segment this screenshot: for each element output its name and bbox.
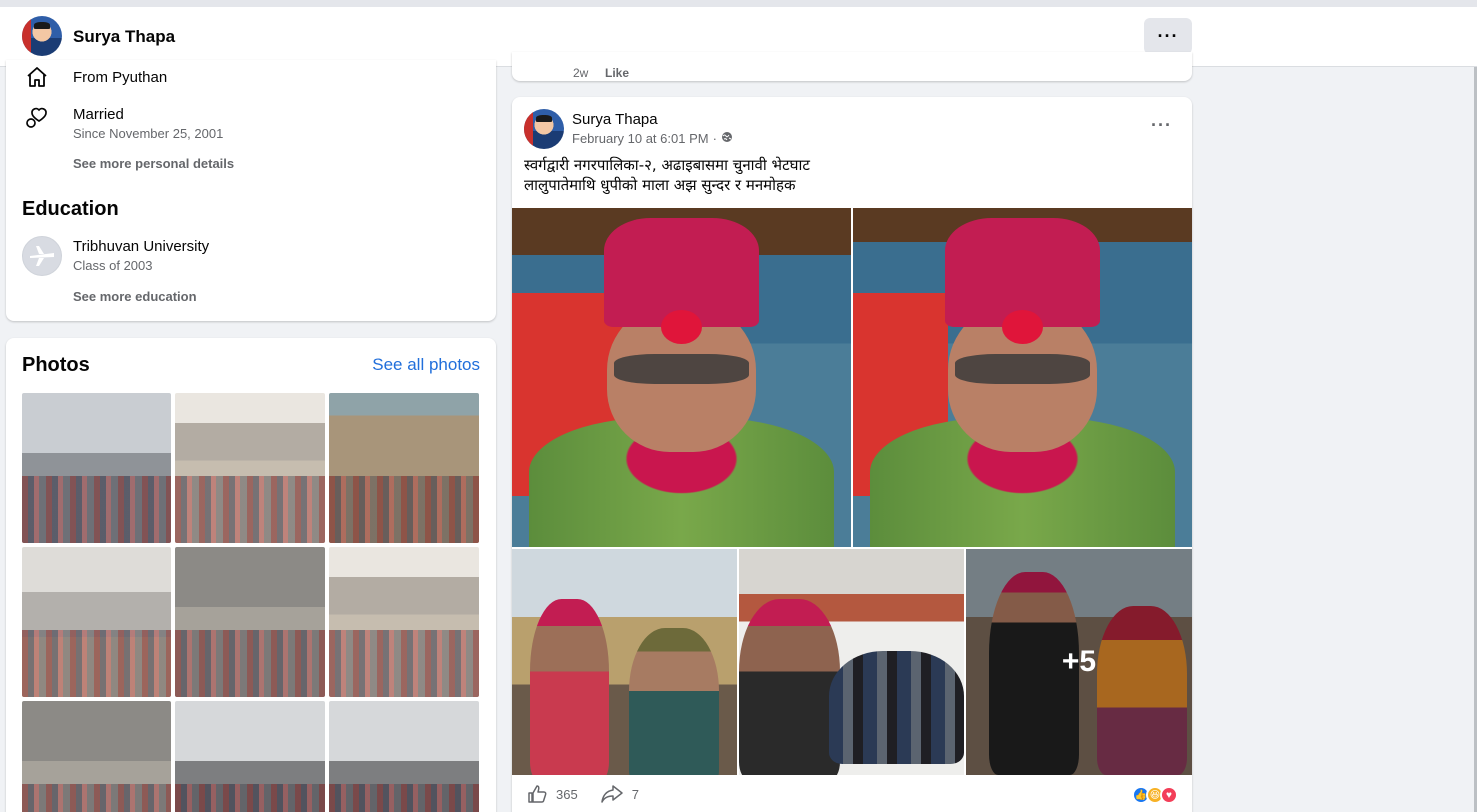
photo-thumbnail[interactable]	[22, 547, 171, 697]
post-action-bar: 365 7	[526, 783, 661, 805]
post-options-button[interactable]: ···	[1151, 115, 1172, 136]
thumbs-up-icon	[528, 785, 547, 803]
relationship-heart-icon	[22, 102, 52, 132]
feed-post: Surya Thapa February 10 at 6:01 PM · ···…	[512, 97, 1192, 812]
more-photos-count[interactable]: +5	[966, 549, 1192, 775]
photo-thumbnail[interactable]	[329, 701, 479, 812]
school-class: Class of 2003	[73, 258, 153, 273]
post-text-line: स्वर्गद्वारी नगरपालिका-२, अढाइबासमा चुना…	[524, 156, 810, 174]
relationship-row: Married Since November 25, 2001	[22, 102, 223, 141]
photo-thumbnail[interactable]	[175, 547, 325, 697]
post-photo[interactable]	[739, 549, 964, 775]
public-globe-icon	[721, 131, 733, 146]
photo-thumbnail[interactable]	[22, 393, 171, 543]
see-more-education-link[interactable]: See more education	[73, 289, 197, 304]
more-options-button[interactable]: ···	[1144, 18, 1192, 54]
post-author-avatar[interactable]	[524, 109, 564, 149]
school-name[interactable]: Tribhuvan University	[73, 238, 209, 255]
like-count[interactable]: 365	[556, 787, 578, 802]
post-text-line: लालुपातेमाथि धुपीको माला अझ सुन्दर र मनम…	[524, 176, 796, 194]
profile-name[interactable]: Surya Thapa	[73, 27, 175, 47]
relationship-status: Married	[73, 106, 124, 123]
previous-post-footer: 2w Like	[512, 52, 1192, 81]
post-photo[interactable]	[512, 549, 737, 775]
hometown-text[interactable]: From Pyuthan	[73, 69, 167, 86]
post-photo-more[interactable]: +5	[966, 549, 1192, 775]
photo-thumbnail[interactable]	[175, 701, 325, 812]
love-reaction-icon: ♥	[1160, 786, 1178, 804]
photo-thumbnail[interactable]	[329, 547, 479, 697]
photo-grid	[22, 393, 479, 812]
reaction-summary[interactable]: 👍 😆 ♥	[1132, 786, 1178, 804]
post-author-name[interactable]: Surya Thapa	[572, 111, 658, 128]
education-heading: Education	[22, 198, 119, 220]
university-logo-icon[interactable]	[22, 236, 62, 276]
see-more-personal-details-link[interactable]: See more personal details	[73, 156, 234, 171]
post-meta: February 10 at 6:01 PM ·	[572, 131, 733, 146]
post-date[interactable]: February 10 at 6:01 PM	[572, 131, 709, 146]
share-action[interactable]: 7	[600, 783, 639, 805]
post-text: स्वर्गद्वारी नगरपालिका-२, अढाइबासमा चुना…	[524, 155, 810, 195]
profile-avatar[interactable]	[22, 16, 62, 56]
post-photo[interactable]	[512, 208, 851, 547]
home-icon	[22, 62, 52, 92]
meta-separator: ·	[712, 131, 717, 146]
photos-card: Photos See all photos	[6, 338, 496, 812]
share-arrow-icon	[600, 785, 623, 803]
share-count[interactable]: 7	[632, 787, 639, 802]
comment-timestamp[interactable]: 2w	[573, 66, 588, 80]
like-action[interactable]: 365	[526, 783, 578, 805]
see-all-photos-link[interactable]: See all photos	[372, 355, 480, 375]
photo-thumbnail[interactable]	[329, 393, 479, 543]
photo-thumbnail[interactable]	[22, 701, 171, 812]
post-photo[interactable]	[853, 208, 1192, 547]
hometown-row: From Pyuthan	[22, 62, 167, 92]
intro-card: From Pyuthan Married Since November 25, …	[6, 60, 496, 321]
comment-like-link[interactable]: Like	[605, 66, 629, 80]
education-row: Tribhuvan University Class of 2003	[22, 236, 209, 276]
photo-thumbnail[interactable]	[175, 393, 325, 543]
relationship-since: Since November 25, 2001	[73, 126, 224, 141]
photos-heading[interactable]: Photos	[22, 354, 90, 377]
